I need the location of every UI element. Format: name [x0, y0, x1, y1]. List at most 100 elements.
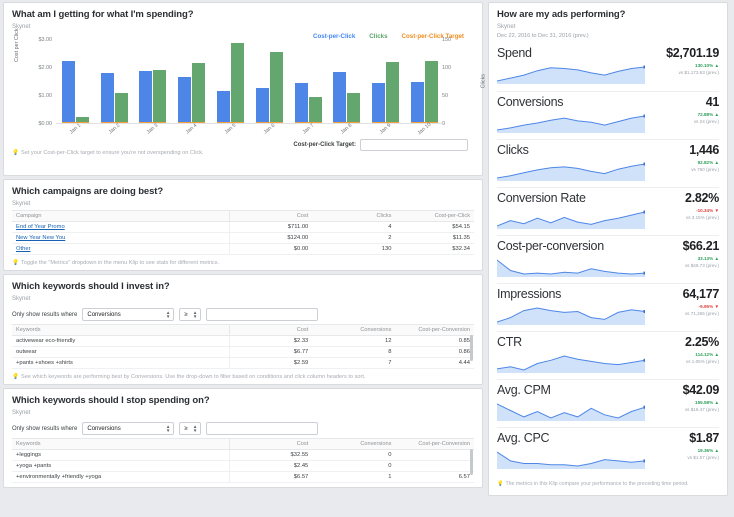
- bar-clicks[interactable]: [231, 42, 245, 123]
- column-header-cost[interactable]: Cost: [229, 210, 313, 222]
- stop-filter-row: Only show results where Conversions ▲ ▼ ≥…: [12, 422, 474, 435]
- invest-filter-value-input[interactable]: [206, 308, 319, 321]
- y-tick-left: $3.00: [38, 37, 53, 43]
- invest-metric-select[interactable]: Conversions ▲ ▼: [82, 308, 175, 321]
- column-header-conversions[interactable]: Conversions: [312, 438, 396, 450]
- bar-cost-per-click[interactable]: [61, 61, 75, 123]
- y-tick-left: $0.00: [38, 121, 53, 127]
- column-header-cost-per-conversion[interactable]: Cost-per-Conversion: [395, 438, 474, 450]
- stop-metric-select[interactable]: Conversions ▲ ▼: [82, 422, 175, 435]
- bar-clicks[interactable]: [153, 69, 167, 123]
- bar-clicks[interactable]: [386, 61, 400, 123]
- kpi-previous-value: vs 24 (prev.): [693, 119, 719, 124]
- table-row: outwear $6.77 8 0.86: [12, 346, 474, 358]
- bar-cost-per-click[interactable]: [255, 88, 269, 123]
- cell-cpc: $54.15: [395, 221, 474, 233]
- bar-clicks[interactable]: [269, 52, 283, 123]
- kpi-sparkline: [497, 355, 645, 373]
- invest-footnote: 💡 See which keywords are performing best …: [12, 372, 474, 380]
- invest-filter-label: Only show results where: [12, 311, 78, 318]
- campaigns-table: Campaign Cost Clicks Cost-per-Click End …: [12, 210, 474, 255]
- table-row: New Year New You $124.00 2 $11.35: [12, 232, 474, 244]
- bar-group: [294, 40, 322, 123]
- table-row: +leggings $32.55 0: [12, 449, 474, 461]
- y-tick-right: 150: [442, 37, 451, 43]
- stop-table-wrap: Keywords Cost Conversions Cost-per-Conve…: [12, 438, 474, 483]
- invest-keywords-klip: Which keywords should I invest in? Skyne…: [3, 274, 483, 385]
- stop-account-label: Skynet: [12, 410, 31, 416]
- campaign-link[interactable]: New Year New You: [16, 235, 65, 241]
- bar-cost-per-click[interactable]: [178, 76, 192, 123]
- legend-cost-per-click: Cost-per-Click: [313, 33, 356, 40]
- cell-keyword: activewear eco-friendly: [12, 335, 230, 347]
- bar-clicks[interactable]: [425, 60, 439, 123]
- kpi-sparkline: [497, 259, 645, 277]
- cost-per-click-target-input[interactable]: [360, 139, 468, 151]
- cell-conversions: 0: [312, 449, 396, 461]
- bar-cost-per-click[interactable]: [217, 91, 231, 123]
- column-header-cost-per-click[interactable]: Cost-per-Click: [395, 210, 474, 222]
- page-title: What am I getting for what I'm spending?: [12, 9, 194, 20]
- kpi-metric-value: 1,446: [689, 143, 719, 157]
- cell-keyword: outwear: [12, 346, 230, 358]
- stop-table-scrollbar[interactable]: [470, 449, 473, 475]
- kpi-delta-up: 130.10% ▲: [695, 63, 719, 68]
- cell-clicks: 2: [312, 232, 396, 244]
- bar-group: [255, 40, 283, 123]
- bar-cost-per-click[interactable]: [333, 72, 347, 123]
- invest-operator-select[interactable]: ≥ ▲ ▼: [179, 308, 202, 321]
- kpi-previous-value: vs 71,265 (prev.): [684, 311, 719, 316]
- bar-cost-per-click[interactable]: [139, 71, 153, 123]
- table-header-row: Campaign Cost Clicks Cost-per-Click: [12, 210, 474, 222]
- chevron-updown-icon: ▲ ▼: [192, 309, 198, 319]
- kpi-metric-name: Conversions: [497, 95, 564, 109]
- invest-table-scrollbar[interactable]: [470, 335, 473, 361]
- bar-group: [217, 40, 245, 123]
- stop-filter-label: Only show results where: [12, 425, 78, 432]
- bar-cost-per-click[interactable]: [411, 81, 425, 123]
- dashboard: What am I getting for what I'm spending?…: [0, 0, 734, 517]
- cell-clicks: 130: [312, 243, 396, 255]
- bar-clicks[interactable]: [192, 62, 206, 123]
- table-row: Other $0.00 130 $32.34: [12, 243, 474, 255]
- stop-operator-value: ≥: [184, 425, 188, 432]
- cell-cpconv: [395, 460, 474, 472]
- column-header-campaign[interactable]: Campaign: [12, 210, 230, 222]
- y-tick-right: 50: [442, 93, 448, 99]
- campaign-link[interactable]: End of Year Promo: [16, 224, 65, 230]
- kpi-metric-value: $66.21: [682, 239, 720, 253]
- kpi-delta-up: 114.12% ▲: [695, 352, 719, 357]
- cell-cpc: $32.34: [395, 243, 474, 255]
- kpi-delta-down: -10.34% ▼: [696, 208, 719, 213]
- kpi-previous-value: vs 750 (prev.): [691, 167, 719, 172]
- cell-clicks: 4: [312, 221, 396, 233]
- stop-operator-select[interactable]: ≥ ▲ ▼: [179, 422, 202, 435]
- column-header-conversions[interactable]: Conversions: [312, 324, 396, 336]
- chevron-updown-icon: ▲ ▼: [165, 423, 171, 433]
- campaign-link[interactable]: Other: [16, 246, 31, 252]
- kpi-date-range: Dec 22, 2016 to Dec 31, 2016 (prev.): [497, 33, 589, 39]
- y-tick-right: 0: [442, 121, 445, 127]
- bar-cost-per-click[interactable]: [294, 82, 308, 123]
- stop-keywords-table: Keywords Cost Conversions Cost-per-Conve…: [12, 438, 474, 483]
- stop-filter-value-input[interactable]: [206, 422, 319, 435]
- kpi-sparkline: [497, 403, 645, 421]
- cell-cpconv: 6.57: [395, 471, 474, 483]
- cell-cost: $0.00: [229, 243, 313, 255]
- column-header-clicks[interactable]: Clicks: [312, 210, 396, 222]
- kpi-sparkline: [497, 65, 645, 84]
- column-header-keywords[interactable]: Keywords: [12, 324, 230, 336]
- cell-cpconv: 0.85: [395, 335, 474, 347]
- column-header-cost[interactable]: Cost: [229, 438, 313, 450]
- stop-title: Which keywords should I stop spending on…: [12, 395, 210, 406]
- column-header-cost[interactable]: Cost: [229, 324, 313, 336]
- bar-cost-per-click[interactable]: [100, 73, 114, 123]
- cell-campaign: End of Year Promo: [12, 221, 230, 233]
- kpi-metric-value: $1.87: [689, 431, 719, 445]
- kpi-previous-value: vs 1.05% (prev.): [685, 359, 719, 364]
- kpi-metric-value: $2,701.19: [666, 46, 719, 60]
- column-header-keywords[interactable]: Keywords: [12, 438, 230, 450]
- column-header-cost-per-conversion[interactable]: Cost-per-Conversion: [395, 324, 474, 336]
- table-row: +yoga +pants $2.45 0: [12, 460, 474, 472]
- bar-cost-per-click[interactable]: [372, 83, 386, 123]
